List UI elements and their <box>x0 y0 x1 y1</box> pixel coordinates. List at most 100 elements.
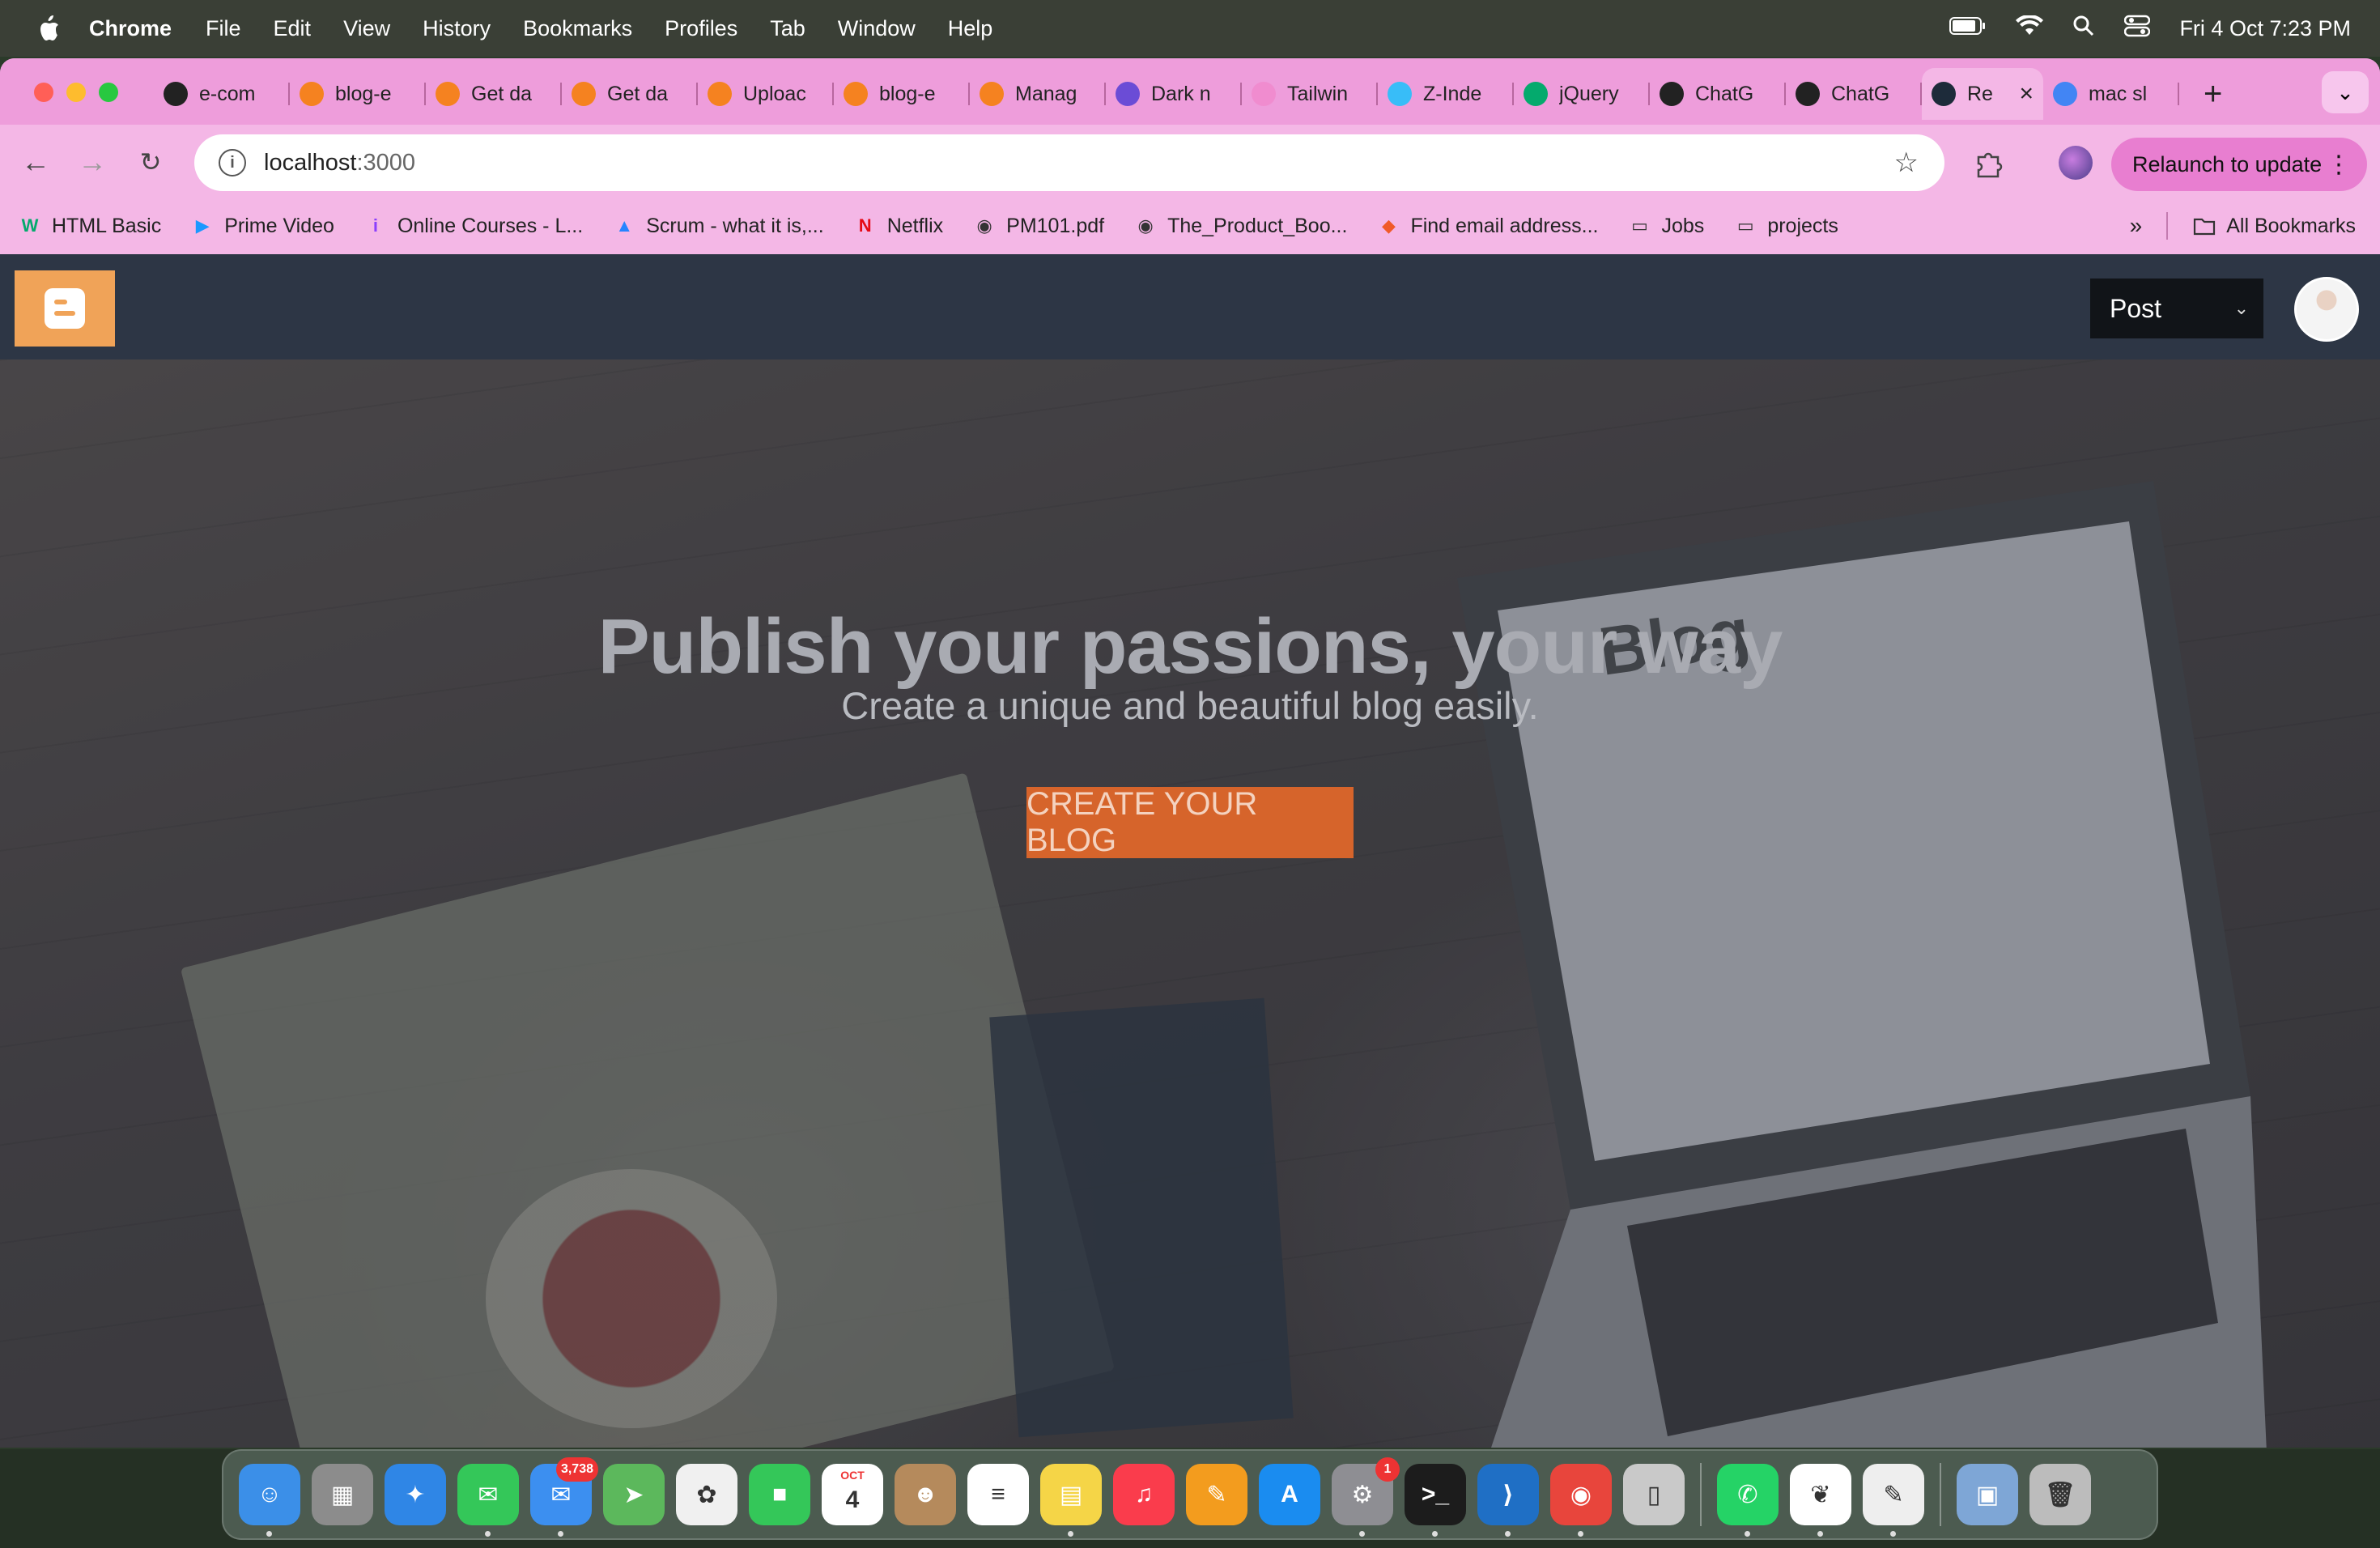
bookmark-item[interactable]: N Netflix <box>853 214 943 238</box>
browser-tab[interactable]: Uploac <box>698 68 834 120</box>
all-bookmarks-button[interactable]: All Bookmarks <box>2192 214 2356 238</box>
close-window-button[interactable] <box>34 83 53 102</box>
vscode-icon[interactable]: ⟩ <box>1477 1464 1539 1537</box>
textedit-icon[interactable]: ✎ <box>1863 1464 1924 1537</box>
app-menu-chrome[interactable]: Chrome <box>89 16 172 41</box>
launchpad-icon[interactable]: ▦ <box>312 1464 373 1525</box>
back-button[interactable]: ← <box>13 139 58 185</box>
maps-icon[interactable]: ➤ <box>603 1464 665 1525</box>
forward-button[interactable]: → <box>70 139 115 185</box>
dock-glyph: ✎ <box>1883 1481 1904 1508</box>
more-bookmarks-chevron-icon[interactable]: » <box>2130 213 2143 239</box>
menu-edit[interactable]: Edit <box>274 16 312 41</box>
profile-avatar-icon[interactable] <box>2059 146 2093 180</box>
menu-view[interactable]: View <box>343 16 390 41</box>
browser-tab[interactable]: Get da <box>562 68 698 120</box>
menu-history[interactable]: History <box>423 16 491 41</box>
browser-tab[interactable]: jQuery <box>1514 68 1650 120</box>
photos-icon[interactable]: ✿ <box>676 1464 737 1525</box>
calendar-icon[interactable]: OCT 4 <box>822 1464 883 1525</box>
browser-tab[interactable]: mac sl <box>2043 68 2179 120</box>
menu-help[interactable]: Help <box>948 16 993 41</box>
apple-menu-icon[interactable] <box>32 12 65 45</box>
zoom-window-button[interactable] <box>99 83 118 102</box>
running-indicator <box>1745 1531 1750 1537</box>
relaunch-to-update-button[interactable]: Relaunch to update ⋮ <box>2111 138 2367 191</box>
finder-icon[interactable]: ☺ <box>239 1464 300 1537</box>
menu-window[interactable]: Window <box>838 16 916 41</box>
tab-strip: e-com blog-e Get da Get da Uploac blog-e Manag… <box>0 58 2380 125</box>
extensions-puzzle-icon[interactable] <box>1974 149 2003 185</box>
bookmark-item[interactable]: W HTML Basic <box>18 214 162 238</box>
wifi-icon[interactable] <box>2016 14 2044 42</box>
control-center-icon[interactable] <box>2124 15 2151 43</box>
post-select-dropdown[interactable]: Post ⌄ <box>2090 279 2263 338</box>
pages-icon[interactable]: ✎ <box>1186 1464 1247 1525</box>
tab-search-button[interactable]: ⌄ <box>2322 71 2369 113</box>
bookmark-item[interactable]: ◆ Find email address... <box>1376 214 1599 238</box>
whatsapp-icon[interactable]: ✆ <box>1717 1464 1779 1537</box>
music-icon[interactable]: ♫ <box>1113 1464 1175 1525</box>
browser-tab[interactable]: Re × <box>1922 68 2043 120</box>
notes-icon[interactable]: ▤ <box>1040 1464 1102 1537</box>
dock-glyph: ▯ <box>1647 1481 1661 1508</box>
calendar-month: OCT <box>840 1469 865 1482</box>
downloads-stack-icon[interactable]: ▣ <box>1957 1464 2018 1525</box>
trash-icon[interactable]: 🗑 <box>2029 1464 2091 1525</box>
browser-tab[interactable]: Z-Inde <box>1378 68 1514 120</box>
address-bar[interactable]: i localhost:3000 ☆ <box>194 134 1944 191</box>
new-tab-button[interactable]: + <box>2204 76 2222 113</box>
dock-glyph: ▦ <box>330 1481 355 1508</box>
battery-icon[interactable] <box>1949 16 1987 41</box>
dock-glyph: ✉ <box>550 1481 572 1508</box>
tab-list: e-com blog-e Get da Get da Uploac blog-e Manag… <box>154 68 2222 120</box>
menu-file[interactable]: File <box>206 16 241 41</box>
browser-tab[interactable]: ChatG <box>1786 68 1922 120</box>
browser-tab[interactable]: blog-e <box>290 68 426 120</box>
user-avatar[interactable] <box>2294 277 2359 342</box>
menu-tab[interactable]: Tab <box>770 16 805 41</box>
create-blog-button[interactable]: CREATE YOUR BLOG <box>1026 786 1354 858</box>
globe-icon: ◉ <box>976 215 992 236</box>
browser-tab[interactable]: blog-e <box>834 68 970 120</box>
facetime-icon[interactable]: ■ <box>749 1464 810 1525</box>
close-tab-icon[interactable]: × <box>2019 80 2034 108</box>
mail-icon[interactable]: ✉ 3,738 <box>530 1457 598 1537</box>
iphone-mirroring-icon[interactable]: ▯ <box>1623 1464 1685 1525</box>
reload-button[interactable]: ↻ <box>128 139 173 185</box>
more-menu-icon[interactable]: ⋮ <box>2327 151 2351 179</box>
browser-tab[interactable]: ChatG <box>1650 68 1786 120</box>
bookmark-item[interactable]: ▲ Scrum - what it is,... <box>612 214 823 238</box>
contacts-icon[interactable]: ☻ <box>895 1464 956 1525</box>
chrome-icon[interactable]: ◉ <box>1550 1464 1612 1537</box>
spotlight-search-icon[interactable] <box>2072 15 2095 43</box>
mongodb-compass-icon[interactable]: ❦ <box>1790 1464 1851 1537</box>
messages-icon[interactable]: ✉ <box>457 1464 519 1537</box>
bookmark-item[interactable]: ▭ Jobs <box>1628 214 1704 238</box>
blogger-logo[interactable] <box>15 270 115 347</box>
bookmark-item[interactable]: ◉ The_Product_Boo... <box>1133 214 1347 238</box>
site-info-icon[interactable]: i <box>219 149 246 176</box>
reminders-icon[interactable]: ≡ <box>967 1464 1029 1525</box>
bookmark-item[interactable]: i Online Courses - L... <box>363 214 583 238</box>
browser-tab[interactable]: Dark n <box>1106 68 1242 120</box>
app-store-icon[interactable]: A <box>1259 1464 1320 1525</box>
hunter-icon: ◆ <box>1381 215 1396 236</box>
browser-tab[interactable]: Get da <box>426 68 562 120</box>
dock-glyph: ▣ <box>1975 1481 2000 1508</box>
browser-tab[interactable]: Manag <box>970 68 1106 120</box>
running-indicator <box>266 1531 272 1537</box>
bookmark-item[interactable]: ▶ Prime Video <box>190 214 334 238</box>
safari-icon[interactable]: ✦ <box>385 1464 446 1525</box>
bookmark-item[interactable]: ◉ PM101.pdf <box>972 214 1105 238</box>
browser-tab[interactable]: e-com <box>154 68 290 120</box>
menu-profiles[interactable]: Profiles <box>665 16 737 41</box>
bookmark-star-icon[interactable]: ☆ <box>1894 147 1919 179</box>
system-settings-icon[interactable]: ⚙ 1 <box>1332 1457 1400 1537</box>
menubar-clock[interactable]: Fri 4 Oct 7:23 PM <box>2179 16 2351 41</box>
minimize-window-button[interactable] <box>66 83 86 102</box>
browser-tab[interactable]: Tailwin <box>1242 68 1378 120</box>
terminal-icon[interactable]: >_ <box>1405 1464 1466 1537</box>
bookmark-item[interactable]: ▭ projects <box>1733 214 1838 238</box>
menu-bookmarks[interactable]: Bookmarks <box>523 16 632 41</box>
